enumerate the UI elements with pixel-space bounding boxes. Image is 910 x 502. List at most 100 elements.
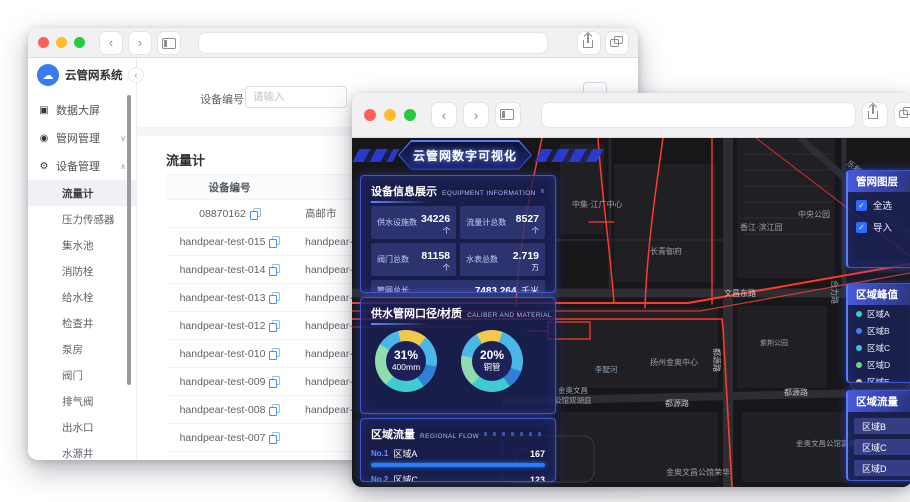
map-label: 文昌东路 <box>724 288 756 298</box>
layer-option-import[interactable]: ✓ 导入 <box>848 214 910 236</box>
map-label: 中集·江广中心 <box>572 199 623 209</box>
cell-id: handpear-test-009 <box>179 375 266 388</box>
forward-icon[interactable]: › <box>464 103 488 127</box>
sidebar-subitem-valve[interactable]: 阀门 <box>28 362 136 388</box>
map-label: 长青御府 <box>650 246 682 256</box>
close-button[interactable] <box>38 37 49 48</box>
sidebar-collapse-icon[interactable]: ‹ <box>129 68 143 82</box>
stat-cell: 管网总长 7483.264 千米 <box>371 280 545 293</box>
sidebar-subitem-wellspring[interactable]: 水源井 <box>28 440 136 460</box>
layer-option-all[interactable]: ✓ 全选 <box>848 192 910 214</box>
sidebar-item-label: 设备管理 <box>56 161 100 173</box>
gear-icon: ⚙ <box>39 160 49 172</box>
sidebar-subitem-hydrant[interactable]: 消防栓 <box>28 258 136 284</box>
device-id-label: 设备编号: <box>200 94 248 106</box>
cell-id: handpear-test-014 <box>179 263 266 276</box>
region-row[interactable]: 区域B <box>854 418 910 434</box>
header-deco-left <box>352 149 400 162</box>
legend-label: 区域E <box>867 376 890 383</box>
deco-dashes <box>540 189 545 193</box>
close-button[interactable] <box>364 109 376 121</box>
panel-equipment-info: 设备信息展示 EQUIPMENT INFORMATION 供水设施数 34226… <box>360 175 556 293</box>
map-label: 金奥文昌 <box>558 385 588 395</box>
panel-regional-flow-right: 区域流量 区域B 区域C 区域D 区域E <box>846 390 910 481</box>
sidebar-menu: ▣ 数据大屏 ◉ 管网管理 ∨ ⚙ 设备管理 ∧ 流量计 压力传感器 集水池 消… <box>28 96 136 460</box>
checkbox-checked-icon[interactable]: ✓ <box>856 221 867 233</box>
back-icon[interactable]: ‹ <box>432 103 456 127</box>
sidebar-item-data-screen[interactable]: ▣ 数据大屏 <box>28 96 136 124</box>
app-logo-icon: ☁ <box>37 64 59 86</box>
sidebar-subitem-pump[interactable]: 泵房 <box>28 336 136 362</box>
copy-icon[interactable] <box>269 320 281 332</box>
flow-row: No.1 区域A 167 <box>371 447 545 460</box>
sidebar: ☁ 云管网系统 ‹ ▣ 数据大屏 ◉ 管网管理 ∨ ⚙ 设备管理 ∧ 流量计 压… <box>28 58 143 460</box>
tabs-icon[interactable] <box>895 103 910 127</box>
checkbox-label: 导入 <box>873 223 893 234</box>
copy-icon[interactable] <box>269 292 281 304</box>
share-icon[interactable] <box>863 102 887 127</box>
region-row[interactable]: 区域C <box>854 439 910 455</box>
col-header-id: 设备编号 <box>208 181 251 194</box>
header-deco-right <box>534 149 606 162</box>
stat-unit: 个 <box>531 225 540 235</box>
minimize-button[interactable] <box>56 37 67 48</box>
sidebar-subitem-flowmeter[interactable]: 流量计 <box>28 180 136 206</box>
maximize-button[interactable] <box>404 109 416 121</box>
chrome-actions <box>578 31 628 54</box>
legend-dot <box>856 344 862 351</box>
copy-icon[interactable] <box>269 264 281 276</box>
sidebar-item-device-mgmt[interactable]: ⚙ 设备管理 ∧ <box>28 152 136 180</box>
flow-label: 区域A <box>393 449 418 459</box>
sidebar-subitem-sump[interactable]: 集水池 <box>28 232 136 258</box>
flow-value: 123 <box>529 474 545 482</box>
address-bar[interactable] <box>542 103 855 127</box>
sidebar-toggle-icon[interactable] <box>158 31 180 54</box>
desktop: ‹ › ☁ 云管网系统 ‹ ▣ 数据大屏 ◉ 管网管理 ∨ ⚙ 设备管理 ∧ 流… <box>0 0 910 502</box>
flow-bar <box>371 463 545 467</box>
copy-icon[interactable] <box>249 208 261 220</box>
copy-icon[interactable] <box>269 348 281 360</box>
tabs-icon[interactable] <box>606 31 628 54</box>
cell-id: handpear-test-012 <box>179 319 266 332</box>
copy-icon[interactable] <box>269 432 281 444</box>
stat-unit: 个 <box>442 225 451 235</box>
legend-label: 区域C <box>867 342 891 353</box>
sidebar-item-pipe-mgmt[interactable]: ◉ 管网管理 ∨ <box>28 124 136 152</box>
legend-dot <box>856 310 862 317</box>
table-title: 流量计 <box>166 153 206 168</box>
map-label: 都源路 <box>712 348 722 372</box>
map-label: 都源路 <box>784 387 808 397</box>
device-id-input[interactable] <box>245 86 347 108</box>
sidebar-subitem-manhole[interactable]: 检查井 <box>28 310 136 336</box>
checkbox-label: 全选 <box>873 201 893 212</box>
minimize-button[interactable] <box>384 109 396 121</box>
sidebar-subitem-water-supply[interactable]: 给水栓 <box>28 284 136 310</box>
sidebar-subitem-airvalve[interactable]: 排气阀 <box>28 388 136 414</box>
panel-subtitle: CALIBER AND MATERIAL <box>467 312 552 319</box>
forward-icon[interactable]: › <box>129 31 151 54</box>
copy-icon[interactable] <box>269 236 281 248</box>
flow-rank: No.2 <box>371 475 389 482</box>
back-icon[interactable]: ‹ <box>100 31 122 54</box>
address-bar[interactable] <box>199 32 547 53</box>
donut-chart-material: 20% 铜管 <box>461 330 523 392</box>
stats-grid: 供水设施数 34226个 流量计总数 8527个 阀门总数 81158个 <box>371 206 545 293</box>
title-underline <box>371 323 429 325</box>
sidebar-subitem-outlet[interactable]: 出水口 <box>28 414 136 440</box>
checkbox-checked-icon[interactable]: ✓ <box>856 199 867 211</box>
region-row[interactable]: 区域D <box>854 460 910 476</box>
sidebar-subitem-pressure[interactable]: 压力传感器 <box>28 206 136 232</box>
map-label: 李墅河 <box>595 364 618 374</box>
maximize-button[interactable] <box>74 37 85 48</box>
stat-label: 管网总长 <box>377 285 409 293</box>
app-title: 云管网系统 <box>65 70 123 82</box>
map-label: 中央公园 <box>798 209 830 219</box>
chevron-down-icon: ∨ <box>120 133 126 143</box>
copy-icon[interactable] <box>269 404 281 416</box>
share-icon[interactable] <box>578 31 600 54</box>
sidebar-scrollbar[interactable] <box>127 95 131 385</box>
sidebar-toggle-icon[interactable] <box>496 103 520 127</box>
map-label: 都源路 <box>665 398 689 408</box>
copy-icon[interactable] <box>269 376 281 388</box>
legend-dot <box>856 378 862 382</box>
